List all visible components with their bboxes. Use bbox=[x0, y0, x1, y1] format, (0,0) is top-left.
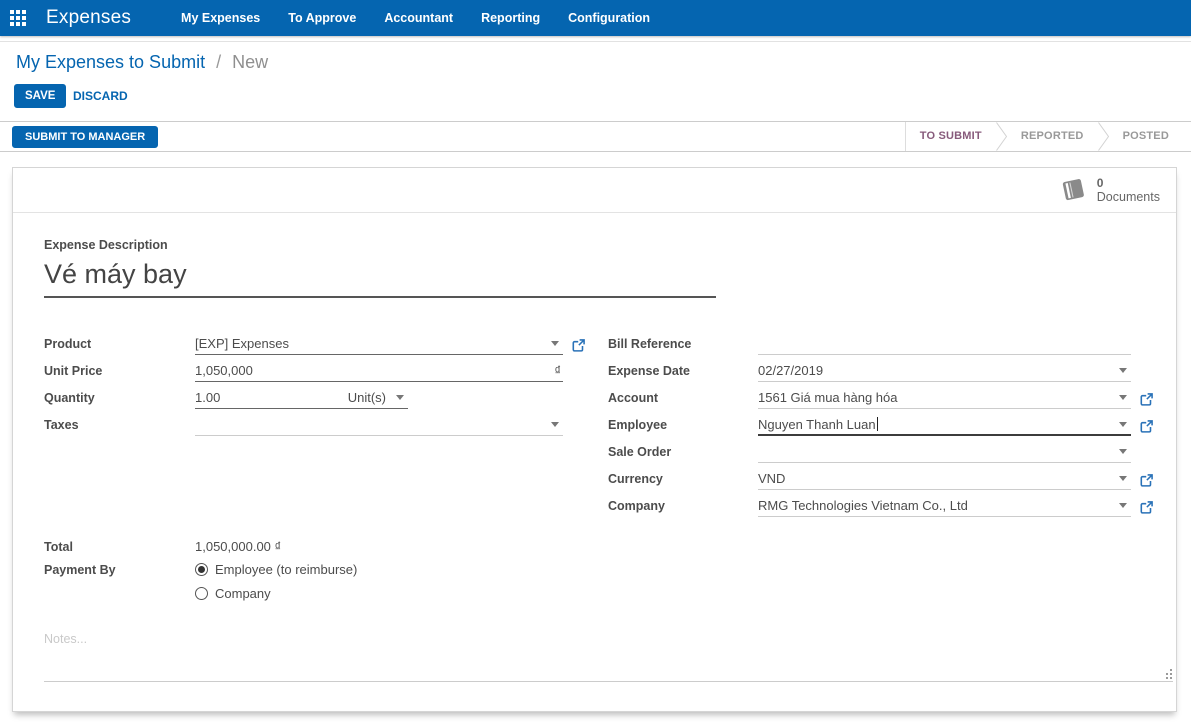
unit-price-value: 1,050,000 bbox=[195, 363, 253, 378]
payment-by-label: Payment By bbox=[44, 563, 116, 577]
taxes-field[interactable] bbox=[195, 414, 563, 436]
chevron-right-icon bbox=[1097, 122, 1109, 151]
chevron-right-icon bbox=[995, 122, 1007, 151]
employee-field[interactable]: Nguyen Thanh Luan bbox=[758, 414, 1131, 436]
notes-section bbox=[44, 629, 1173, 682]
apps-grid-icon[interactable] bbox=[10, 10, 26, 26]
book-icon bbox=[1062, 179, 1084, 201]
external-link-icon[interactable] bbox=[1140, 474, 1153, 487]
account-value: 1561 Giá mua hàng hóa bbox=[758, 390, 898, 405]
currency-value: VND bbox=[758, 471, 786, 486]
statusbar: SUBMIT TO MANAGER TO SUBMIT REPORTED POS… bbox=[0, 121, 1191, 152]
expense-date-value: 02/27/2019 bbox=[758, 363, 824, 378]
dropdown-caret-icon[interactable] bbox=[1119, 476, 1127, 481]
taxes-label: Taxes bbox=[44, 418, 79, 432]
save-button[interactable]: SAVE bbox=[14, 84, 67, 108]
nav-item-to-approve[interactable]: To Approve bbox=[274, 0, 370, 36]
app-brand[interactable]: Expenses bbox=[46, 7, 131, 29]
radio-option-label: Company bbox=[215, 586, 271, 601]
dropdown-caret-icon[interactable] bbox=[551, 341, 559, 346]
currency-label: Currency bbox=[608, 472, 663, 486]
employee-value: Nguyen Thanh Luan bbox=[758, 416, 876, 432]
navbar-divider bbox=[0, 41, 1191, 42]
radio-option-label: Employee (to reimburse) bbox=[215, 562, 358, 577]
status-pipeline: TO SUBMIT REPORTED POSTED bbox=[904, 122, 1191, 151]
expense-form-screen: Expenses My Expenses To Approve Accounta… bbox=[0, 0, 1191, 728]
expense-date-label: Expense Date bbox=[608, 364, 690, 378]
currency-field[interactable]: VND bbox=[758, 468, 1131, 490]
unit-price-label: Unit Price bbox=[44, 364, 103, 378]
text-cursor bbox=[876, 417, 878, 431]
radio-unselected-icon[interactable] bbox=[195, 587, 208, 600]
quantity-value: 1.00 bbox=[195, 390, 221, 405]
dropdown-caret-icon[interactable] bbox=[1119, 395, 1127, 400]
dropdown-caret-icon[interactable] bbox=[1119, 503, 1127, 508]
bill-reference-field[interactable] bbox=[758, 333, 1131, 355]
dropdown-caret-icon[interactable] bbox=[551, 422, 559, 427]
totals-block: Total 1,050,000.00 ₫ Payment By Employee… bbox=[44, 539, 357, 608]
submit-to-manager-button[interactable]: SUBMIT TO MANAGER bbox=[12, 126, 159, 148]
nav-item-configuration[interactable]: Configuration bbox=[554, 0, 664, 36]
account-field[interactable]: 1561 Giá mua hàng hóa bbox=[758, 387, 1131, 409]
uom-value[interactable]: Unit(s) bbox=[348, 390, 386, 405]
account-label: Account bbox=[608, 391, 658, 405]
payment-by-radio-group: Employee (to reimburse) Company bbox=[195, 562, 357, 601]
right-field-column: Bill Reference Expense Date 02/27/2019 A… bbox=[608, 328, 1153, 517]
product-label: Product bbox=[44, 337, 92, 351]
breadcrumb-current: New bbox=[232, 52, 269, 72]
dropdown-caret-icon[interactable] bbox=[1119, 421, 1127, 427]
breadcrumb-parent-link[interactable]: My Expenses to Submit bbox=[16, 52, 205, 72]
dropdown-caret-icon[interactable] bbox=[1119, 449, 1127, 454]
expense-description-input[interactable] bbox=[44, 256, 716, 298]
top-navbar: Expenses My Expenses To Approve Accounta… bbox=[0, 0, 1191, 36]
status-to-submit[interactable]: TO SUBMIT bbox=[906, 122, 996, 151]
expense-date-field[interactable]: 02/27/2019 bbox=[758, 360, 1131, 382]
nav-item-reporting[interactable]: Reporting bbox=[467, 0, 554, 36]
product-field[interactable]: [EXP] Expenses bbox=[195, 333, 563, 355]
left-field-column: Product [EXP] Expenses Unit Price 1,050,… bbox=[44, 328, 585, 436]
form-sheet: 0 Documents Expense Description Product … bbox=[12, 167, 1177, 712]
currency-symbol: ₫ bbox=[554, 363, 561, 378]
breadcrumb: My Expenses to Submit / New bbox=[16, 52, 268, 73]
external-link-icon[interactable] bbox=[1140, 420, 1153, 433]
total-value: 1,050,000.00 ₫ bbox=[195, 539, 282, 554]
status-reported[interactable]: REPORTED bbox=[1007, 122, 1098, 151]
documents-count: 0 bbox=[1096, 176, 1104, 190]
expense-description-label: Expense Description bbox=[44, 238, 168, 252]
company-label: Company bbox=[608, 499, 665, 513]
external-link-icon[interactable] bbox=[572, 339, 585, 352]
dropdown-caret-icon[interactable] bbox=[396, 395, 404, 400]
sale-order-label: Sale Order bbox=[608, 445, 672, 459]
sale-order-field[interactable] bbox=[758, 441, 1131, 463]
status-posted[interactable]: POSTED bbox=[1109, 122, 1183, 151]
radio-selected-icon[interactable] bbox=[195, 563, 208, 576]
unit-price-field[interactable]: 1,050,000 ₫ bbox=[195, 360, 563, 382]
product-value: [EXP] Expenses bbox=[195, 336, 289, 351]
discard-button[interactable]: DISCARD bbox=[73, 89, 128, 103]
quantity-label: Quantity bbox=[44, 391, 95, 405]
documents-stat-button[interactable]: 0 Documents bbox=[1048, 168, 1174, 212]
external-link-icon[interactable] bbox=[1140, 393, 1153, 406]
dropdown-caret-icon[interactable] bbox=[1119, 368, 1127, 373]
radio-option-company[interactable]: Company bbox=[195, 586, 357, 601]
nav-menu: My Expenses To Approve Accountant Report… bbox=[167, 0, 664, 36]
breadcrumb-separator: / bbox=[216, 52, 222, 72]
radio-option-employee[interactable]: Employee (to reimburse) bbox=[195, 562, 357, 577]
button-box: 0 Documents bbox=[13, 168, 1176, 213]
nav-item-accountant[interactable]: Accountant bbox=[370, 0, 467, 36]
notes-textarea[interactable] bbox=[44, 629, 1173, 682]
bill-reference-label: Bill Reference bbox=[608, 337, 692, 351]
company-field[interactable]: RMG Technologies Vietnam Co., Ltd bbox=[758, 495, 1131, 517]
quantity-field[interactable]: 1.00 Unit(s) bbox=[195, 387, 408, 409]
company-value: RMG Technologies Vietnam Co., Ltd bbox=[758, 498, 968, 513]
nav-item-my-expenses[interactable]: My Expenses bbox=[167, 0, 274, 36]
employee-label: Employee bbox=[608, 418, 668, 432]
documents-label: Documents bbox=[1096, 190, 1160, 204]
total-label: Total bbox=[44, 540, 73, 554]
external-link-icon[interactable] bbox=[1140, 501, 1153, 514]
